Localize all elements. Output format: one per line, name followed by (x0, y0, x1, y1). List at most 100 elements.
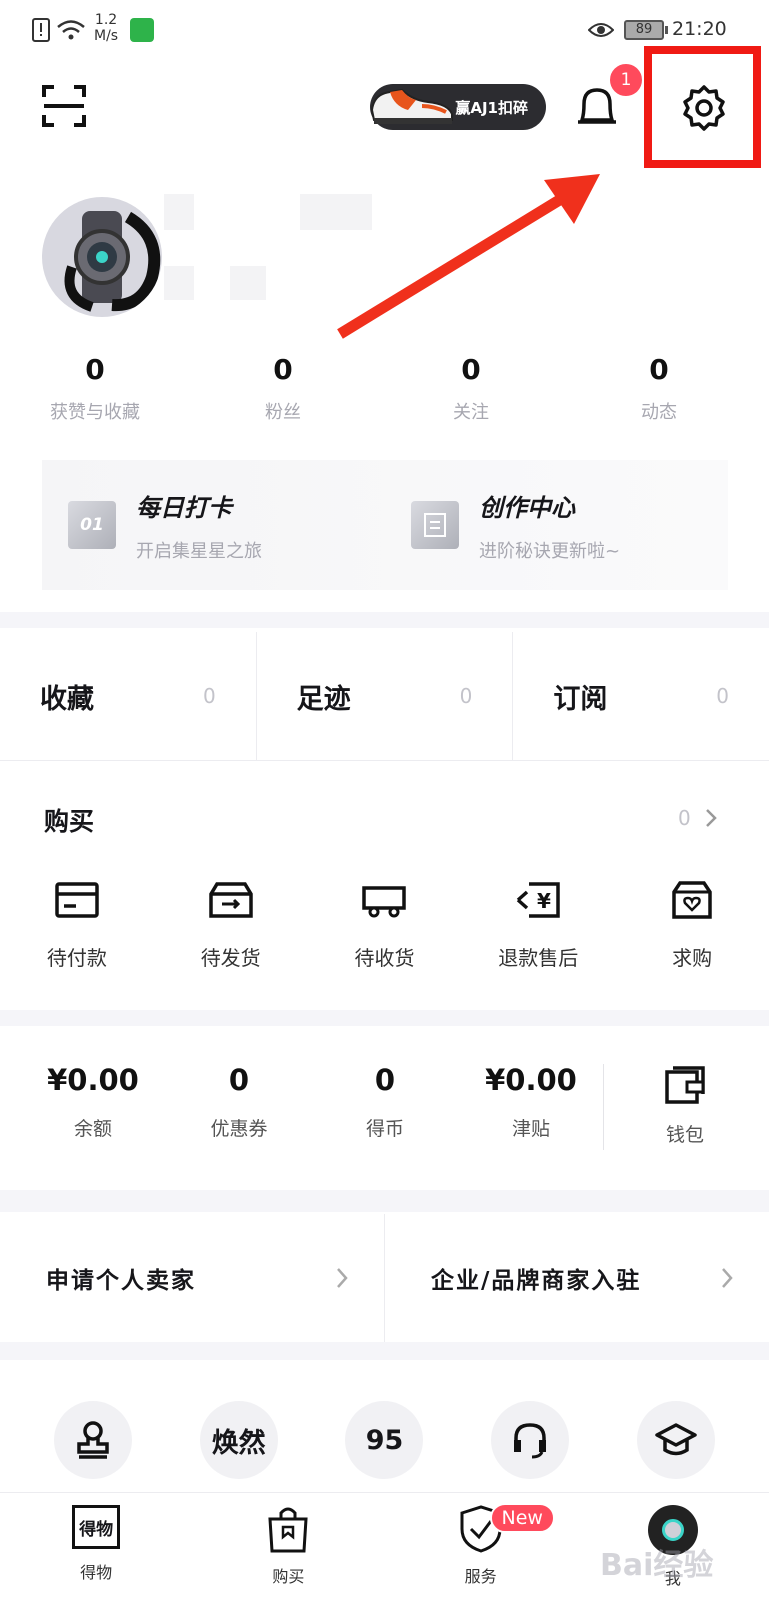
tab-buy[interactable]: 购买 (192, 1493, 384, 1600)
count-label: 收藏 (40, 683, 94, 715)
balance-item[interactable]: ¥0.00 余额 (20, 1060, 166, 1141)
battery-tip (665, 26, 668, 34)
refund-icon: ¥ (517, 882, 561, 918)
dewu-logo-icon: 得物 (72, 1505, 121, 1549)
count-label: 足迹 (296, 683, 351, 715)
authentication-service-button[interactable] (53, 1401, 132, 1479)
profile-avatar-dial (661, 1519, 684, 1541)
wifi-icon (57, 20, 85, 40)
service-95-button[interactable]: 95 (345, 1401, 424, 1479)
calendar-icon: 01 (68, 501, 116, 549)
stat-fans[interactable]: 0 粉丝 (188, 352, 378, 424)
stat-value: 0 (85, 353, 105, 386)
stat-posts[interactable]: 0 动态 (564, 352, 754, 424)
status-time: 21:20 (672, 18, 727, 40)
order-label: 待收货 (354, 946, 415, 970)
merchant-label: 企业/品牌商家入驻 (431, 1268, 642, 1294)
academy-service-button[interactable] (637, 1401, 716, 1479)
card-subtitle: 开启集星星之旅 (136, 540, 262, 562)
stat-value: 0 (273, 353, 293, 386)
pending-payment-button[interactable]: 待付款 (0, 880, 154, 971)
brand-merchant-link[interactable]: 企业/品牌商家入驻 (385, 1214, 769, 1342)
section-gap (0, 1190, 769, 1212)
card-icon (55, 882, 99, 918)
merchant-label: 申请个人卖家 (46, 1268, 196, 1294)
stat-label: 获赞与收藏 (50, 402, 140, 423)
settings-highlight-box (644, 46, 761, 168)
watch-avatar-icon (64, 211, 161, 312)
graduation-cap-icon (655, 1423, 697, 1456)
refund-button[interactable]: ¥ 退款售后 (461, 880, 615, 971)
merchant-row: 申请个人卖家 企业/品牌商家入驻 (0, 1214, 769, 1342)
dewu-coins-item[interactable]: 0 得币 (312, 1060, 458, 1141)
chevron-right-icon (705, 809, 717, 827)
wallet-separator (603, 1064, 604, 1150)
purchase-title: 购买 (44, 807, 95, 836)
order-label: 求购 (672, 946, 713, 970)
svg-text:¥: ¥ (537, 889, 551, 913)
document-icon (411, 501, 459, 549)
divider (0, 760, 769, 761)
daily-checkin-card[interactable]: 01 每日打卡 开启集星星之旅 (42, 460, 385, 590)
new-badge: New (489, 1503, 555, 1533)
allowance-item[interactable]: ¥0.00 津贴 (458, 1060, 604, 1141)
card-title: 创作中心 (479, 493, 575, 522)
username-redacted (300, 194, 372, 230)
avatar[interactable] (42, 197, 162, 317)
count-value: 0 (459, 684, 473, 708)
order-label: 退款售后 (498, 946, 579, 970)
huanran-service-button[interactable]: 焕然 (199, 1401, 278, 1479)
stat-label: 动态 (641, 402, 677, 423)
sneaker-icon (370, 88, 453, 124)
collection-row: 收藏 0 足迹 0 订阅 0 (0, 632, 769, 760)
wallet-label: 钱包 (665, 1124, 704, 1146)
coupons-item[interactable]: 0 优惠券 (166, 1060, 312, 1141)
to-receive-button[interactable]: 待收货 (308, 880, 462, 971)
chevron-right-icon (337, 1268, 348, 1288)
stat-following[interactable]: 0 关注 (376, 352, 566, 424)
footprints-cell[interactable]: 足迹 0 (257, 632, 514, 760)
service-95-label: 95 (365, 1424, 404, 1456)
wish-buy-button[interactable]: 求购 (615, 880, 769, 971)
promo-label: 赢AJ1扣碎 (455, 98, 528, 117)
subscriptions-cell[interactable]: 订阅 0 (513, 632, 769, 760)
stat-likes[interactable]: 0 获赞与收藏 (0, 352, 190, 424)
creator-center-card[interactable]: 创作中心 进阶秘诀更新啦~ (385, 460, 728, 590)
stat-value: 0 (649, 353, 669, 386)
eye-icon (588, 23, 614, 37)
to-ship-button[interactable]: 待发货 (154, 880, 308, 971)
wallet-icon (665, 1066, 705, 1104)
wallet-value: 0 (374, 1063, 396, 1097)
favorites-cell[interactable]: 收藏 0 (0, 632, 257, 760)
wallet-value: 0 (228, 1063, 250, 1097)
services-row: 焕然 95 (0, 1401, 769, 1479)
app-notification-icon (130, 18, 154, 42)
network-speed: 1.2 M/s (94, 12, 119, 44)
tab-service[interactable]: 服务 New (385, 1493, 577, 1600)
tab-dewu[interactable]: 得物 得物 (0, 1493, 192, 1600)
scan-button[interactable] (40, 84, 88, 128)
personal-seller-link[interactable]: 申请个人卖家 (0, 1214, 385, 1342)
username-redacted (164, 194, 194, 230)
huanran-label: 焕然 (211, 1427, 266, 1459)
order-label: 待发货 (200, 946, 261, 970)
wallet-value: ¥0.00 (47, 1063, 139, 1097)
wallet-value: ¥0.00 (485, 1063, 577, 1097)
headset-icon (514, 1423, 547, 1459)
order-label: 待付款 (46, 946, 107, 970)
wallet-button[interactable]: 钱包 (640, 1064, 730, 1147)
document-lines (424, 513, 446, 537)
wallet-label: 津贴 (511, 1118, 550, 1140)
user-id-redacted (164, 266, 194, 300)
stat-label: 关注 (453, 402, 489, 423)
customer-service-button[interactable] (491, 1401, 570, 1479)
feature-cards: 01 每日打卡 开启集星星之旅 创作中心 进阶秘诀更新啦~ (42, 460, 728, 590)
truck-icon (362, 886, 407, 918)
user-id-redacted (230, 266, 266, 300)
count-value: 0 (716, 684, 730, 708)
wish-bag-icon (672, 881, 712, 919)
wallet-label: 优惠券 (210, 1118, 268, 1140)
tab-label: 服务 (464, 1567, 497, 1586)
tab-label: 购买 (272, 1567, 305, 1586)
purchase-all-link[interactable]: 0 (678, 806, 717, 830)
